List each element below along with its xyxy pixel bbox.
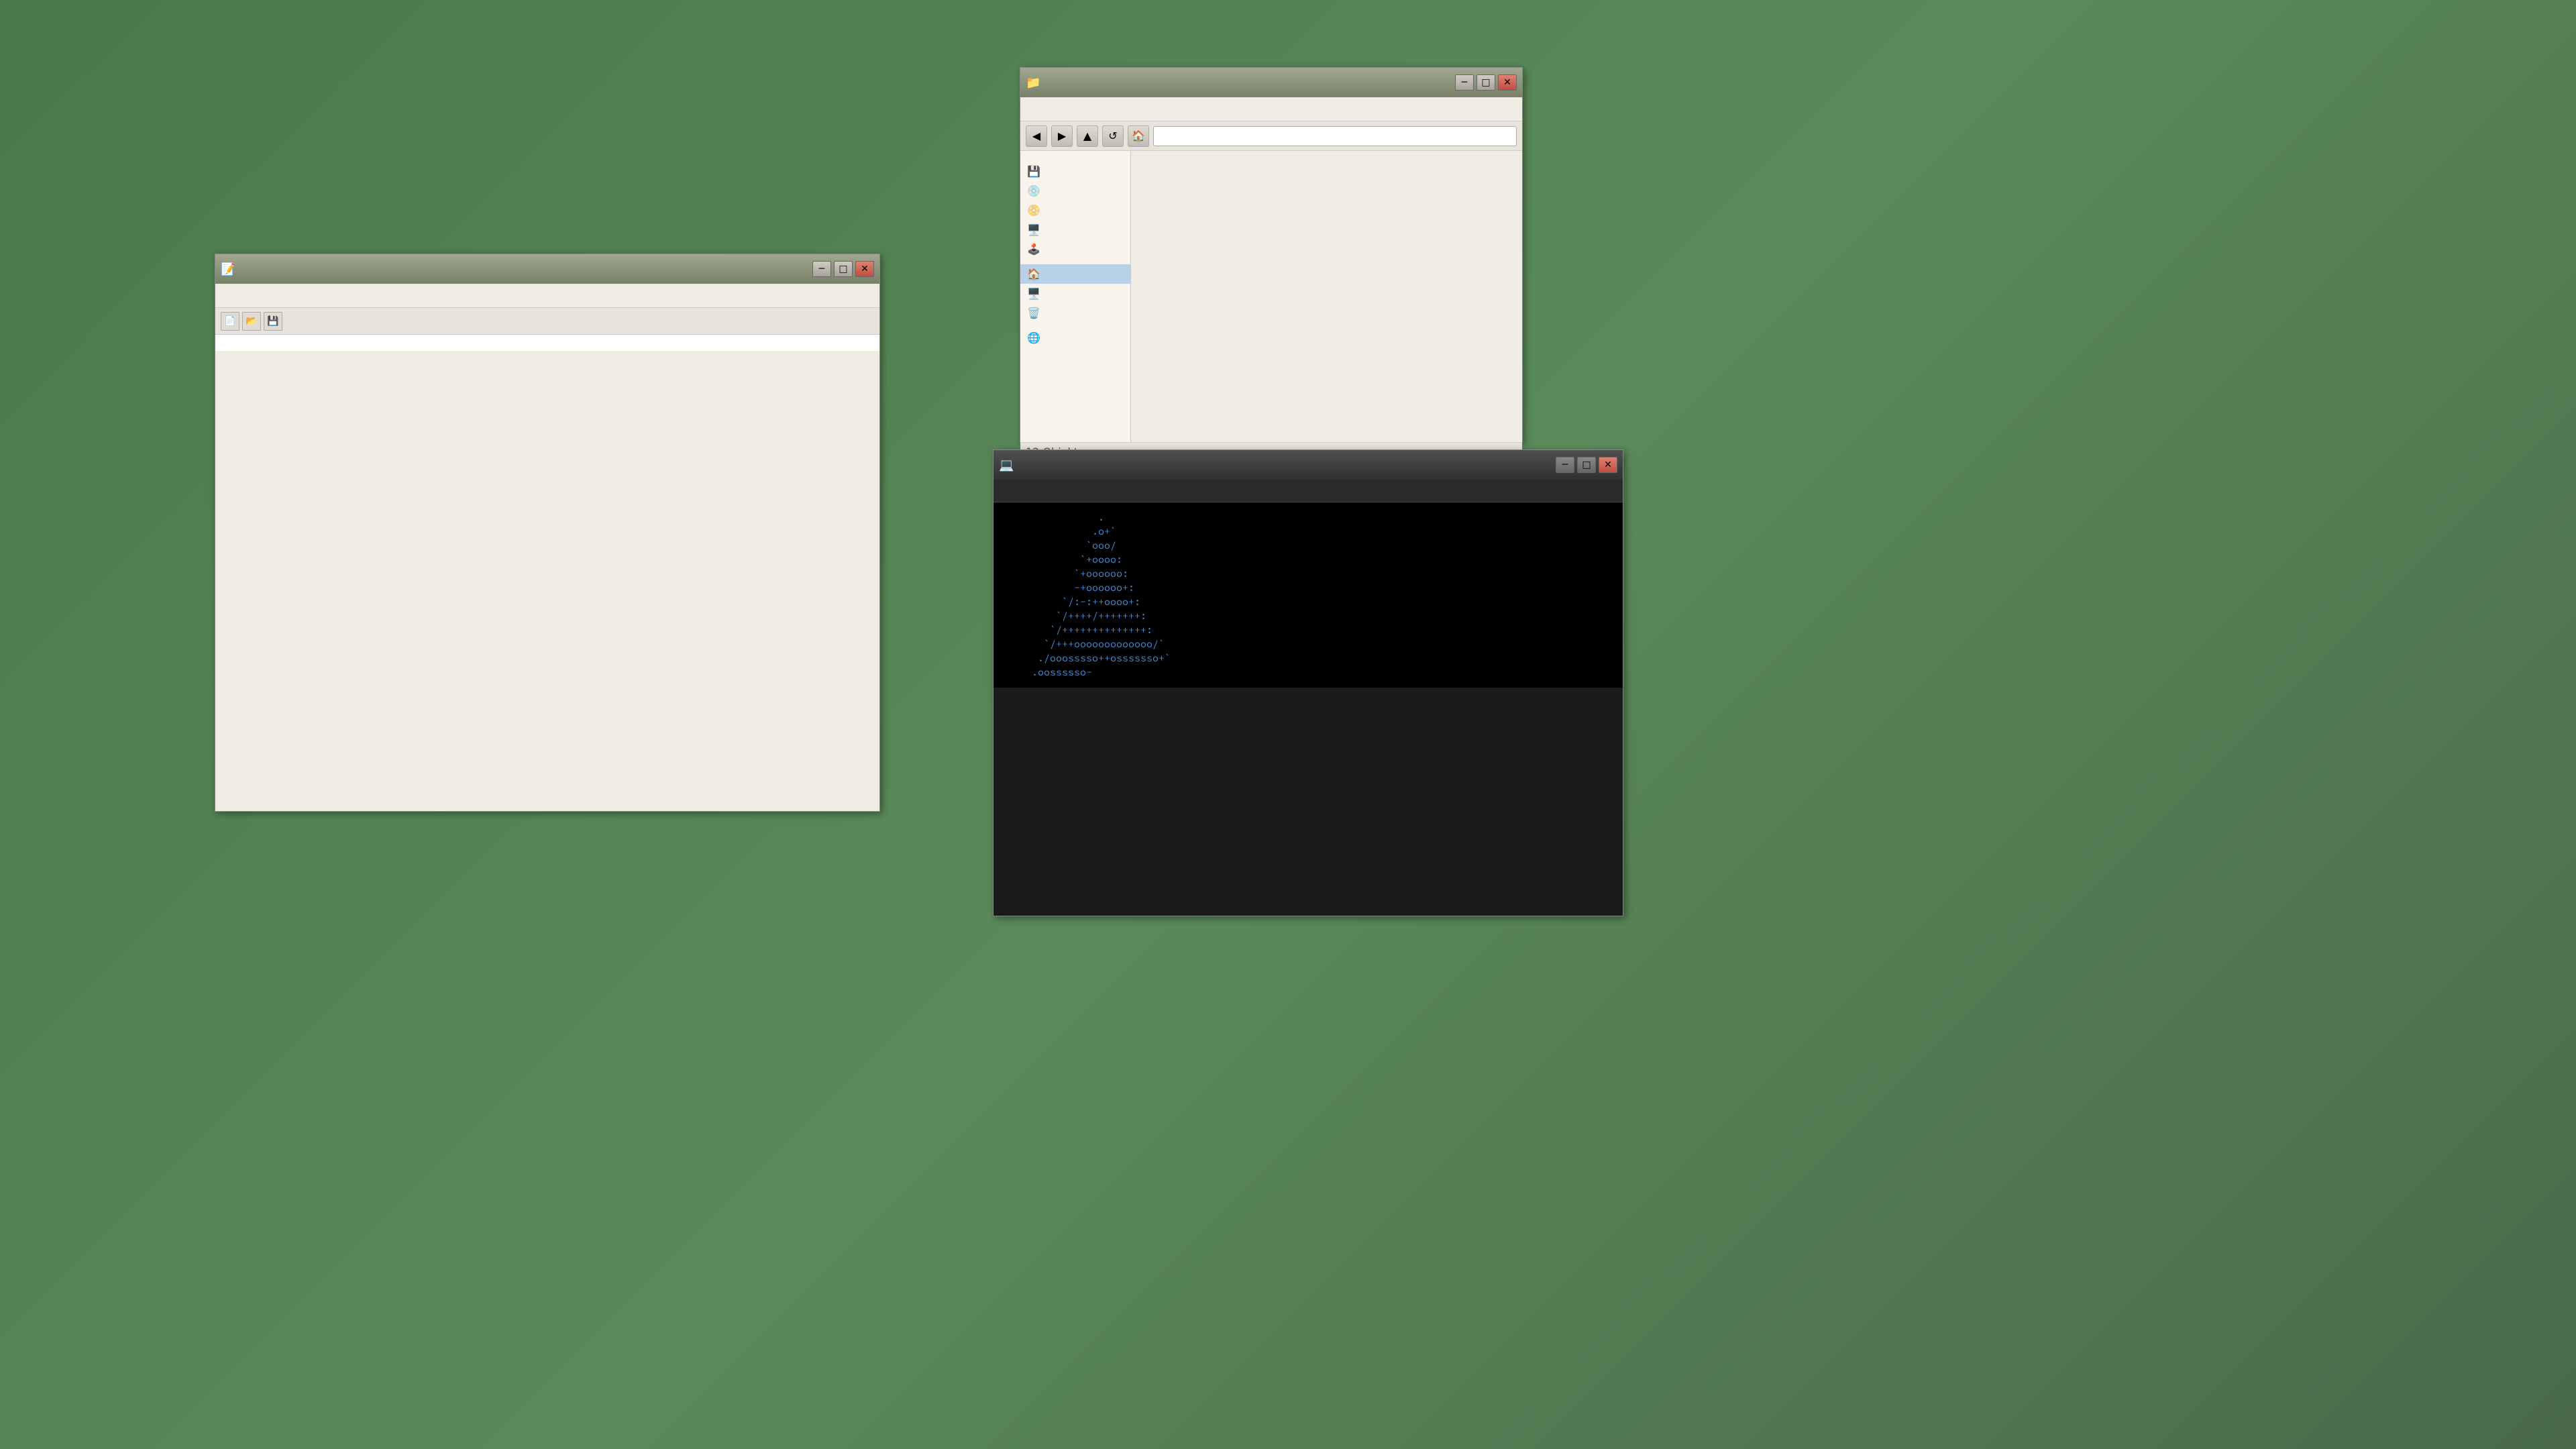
fm-back[interactable]: ◀: [1026, 125, 1047, 147]
mousepad-menu-ansicht[interactable]: [270, 293, 286, 299]
sidebar-icon-schreib: 🖥️: [1027, 287, 1040, 300]
term-menu-ansicht[interactable]: [1026, 489, 1039, 493]
terminal-minimize[interactable]: ─: [1556, 457, 1574, 473]
sidebar-section-geraete: [1020, 156, 1130, 162]
fm-menu-bearbeiten[interactable]: [1040, 107, 1057, 112]
sidebar-icon-endea: 📀: [1027, 204, 1040, 217]
sidebar-item-pascal[interactable]: 🏠: [1020, 264, 1130, 284]
sidebar-icon-spiele: 🕹️: [1027, 243, 1040, 256]
mousepad-editor[interactable]: [215, 335, 879, 351]
sidebar-icon-pascal: 🏠: [1027, 268, 1040, 280]
terminal-close[interactable]: ✕: [1599, 457, 1617, 473]
sidebar-item-netzwe[interactable]: 🌐: [1020, 328, 1130, 347]
sidebar-item-schreib[interactable]: 🖥️: [1020, 284, 1130, 303]
toolbar-save[interactable]: 💾: [264, 312, 282, 331]
mousepad-menubar: [215, 284, 879, 308]
mousepad-menu-dokument[interactable]: [288, 293, 304, 299]
fm-menu-datei[interactable]: [1023, 107, 1039, 112]
filemanager-content: [1131, 151, 1522, 442]
term-menu-datei[interactable]: [996, 489, 1010, 493]
fm-addressbar[interactable]: [1153, 126, 1517, 146]
mousepad-toolbar: 📄 📂 💾: [215, 308, 879, 335]
sidebar-item-windo[interactable]: 🖥️: [1020, 220, 1130, 239]
terminal-maximize[interactable]: □: [1577, 457, 1596, 473]
terminal-controls: ─ □ ✕: [1556, 457, 1617, 473]
mousepad-minimize[interactable]: ─: [812, 261, 831, 277]
mousepad-controls: ─ □ ✕: [812, 261, 874, 277]
sidebar-item-endea[interactable]: 📀: [1020, 201, 1130, 220]
filemanager-toolbar: ◀ ▶ ▲ ↺ 🏠: [1020, 121, 1522, 151]
fm-menu-hilfe[interactable]: [1093, 107, 1109, 112]
fm-home[interactable]: 🏠: [1128, 125, 1149, 147]
mousepad-titlebar[interactable]: 📝 ─ □ ✕: [215, 254, 879, 284]
term-menu-reiter[interactable]: [1055, 489, 1069, 493]
term-menu-hilfe[interactable]: [1070, 489, 1083, 493]
mousepad-menu-datei[interactable]: [218, 293, 234, 299]
toolbar-new[interactable]: 📄: [221, 312, 239, 331]
mousepad-menu-bearbeiten[interactable]: [235, 293, 252, 299]
sidebar-item-dateisy[interactable]: 💾: [1020, 162, 1130, 181]
mousepad-menu-hilfe[interactable]: [305, 293, 321, 299]
sidebar-item-spiele[interactable]: 🕹️: [1020, 239, 1130, 259]
terminal-window: 💻 ─ □ ✕ . .o+` `ooo/ `+oooo:: [993, 449, 1623, 916]
filemanager-menubar: [1020, 97, 1522, 121]
fm-menu-ansicht[interactable]: [1058, 107, 1074, 112]
mousepad-close[interactable]: ✕: [855, 261, 874, 277]
terminal-body[interactable]: . .o+` `ooo/ `+oooo: `+oooooo: -+oooooo+…: [994, 502, 1623, 688]
desktop: 📝 ─ □ ✕ 📄 📂 💾 📁: [0, 0, 2576, 1449]
sidebar-icon-dateisy: 💾: [1027, 165, 1040, 178]
fm-forward[interactable]: ▶: [1051, 125, 1073, 147]
sidebar-icon-papierk: 🗑️: [1027, 307, 1040, 319]
filemanager-controls: ─ □ ✕: [1455, 74, 1517, 91]
filemanager-window: 📁 ─ □ ✕ ◀ ▶ ▲ ↺ 🏠: [1020, 67, 1523, 443]
sidebar-icon-windo: 🖥️: [1027, 223, 1040, 236]
mousepad-window: 📝 ─ □ ✕ 📄 📂 💾: [215, 254, 880, 812]
filemanager-body: 💾 💿 📀 🖥️ 🕹️: [1020, 151, 1522, 442]
filemanager-close[interactable]: ✕: [1498, 74, 1517, 91]
filemanager-titlebar[interactable]: 📁 ─ □ ✕: [1020, 68, 1522, 97]
terminal-titlebar[interactable]: 💻 ─ □ ✕: [994, 450, 1623, 480]
sidebar-item-daten[interactable]: 💿: [1020, 181, 1130, 201]
filemanager-minimize[interactable]: ─: [1455, 74, 1474, 91]
terminal-ascii-art: . .o+` `ooo/ `+oooo: `+oooooo: -+oooooo+…: [1002, 511, 1171, 680]
sidebar-section-netzwerk: [1020, 323, 1130, 328]
sidebar-icon-daten: 💿: [1027, 184, 1040, 197]
filemanager-sidebar: 💾 💿 📀 🖥️ 🕹️: [1020, 151, 1131, 442]
sidebar-icon-netzwe: 🌐: [1027, 331, 1040, 344]
toolbar-open[interactable]: 📂: [242, 312, 261, 331]
terminal-menubar: [994, 480, 1623, 502]
filemanager-maximize[interactable]: □: [1477, 74, 1495, 91]
sidebar-item-papierk[interactable]: 🗑️: [1020, 303, 1130, 323]
fm-reload[interactable]: ↺: [1102, 125, 1124, 147]
fm-up[interactable]: ▲: [1077, 125, 1098, 147]
sidebar-section-orte: [1020, 259, 1130, 264]
fm-menu-gehen[interactable]: [1075, 107, 1091, 112]
mousepad-maximize[interactable]: □: [834, 261, 853, 277]
mousepad-menu-suchen[interactable]: [253, 293, 269, 299]
term-menu-terminal[interactable]: [1040, 489, 1054, 493]
term-menu-bearbeiten[interactable]: [1011, 489, 1024, 493]
